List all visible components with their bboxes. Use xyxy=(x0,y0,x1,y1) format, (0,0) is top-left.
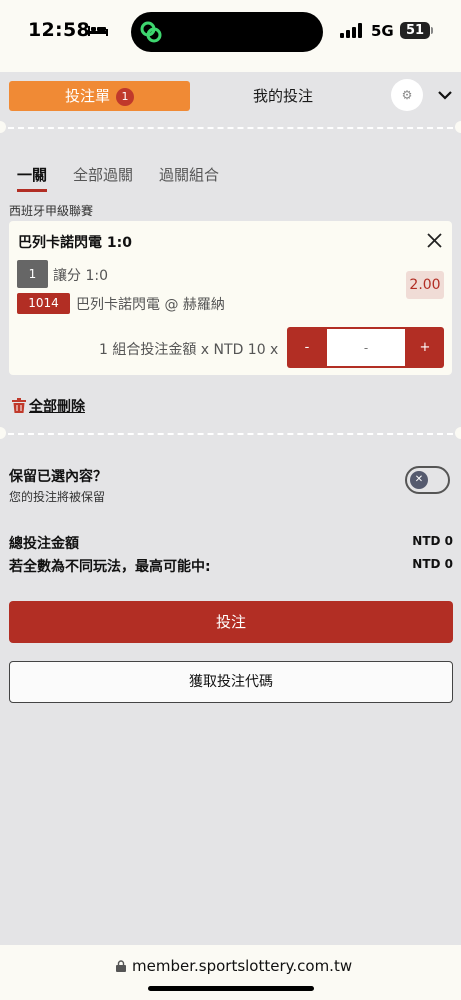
match-title: 巴列卡諾閃電 1:0 xyxy=(18,235,132,251)
place-bet-button[interactable]: 投注 xyxy=(9,601,453,643)
pick-label: 巴列卡諾閃電 @ 赫羅納 xyxy=(76,297,225,313)
browser-url-bar[interactable]: member.sportslottery.com.tw xyxy=(0,945,461,1000)
tab-bet-slip[interactable]: 投注單 1 xyxy=(9,81,190,111)
delete-all-button[interactable]: 全部刪除 xyxy=(12,396,85,416)
toggle-off-icon: ✕ xyxy=(410,471,428,489)
tab-my-bets[interactable]: 我的投注 xyxy=(190,81,376,111)
bet-card: 巴列卡諾閃電 1:0 1 讓分 1:0 2.00 1014 巴列卡諾閃電 @ 赫… xyxy=(9,221,452,375)
get-bet-code-button[interactable]: 獲取投注代碼 xyxy=(9,661,453,703)
status-bar: 12:58 5G 51 xyxy=(0,0,461,62)
close-icon[interactable] xyxy=(427,233,442,248)
max-win-value: NTD 0 xyxy=(412,557,453,571)
tab-single[interactable]: 一關 xyxy=(17,164,48,192)
total-stake-row: 總投注金額 NTD 0 xyxy=(9,533,453,553)
network-type: 5G xyxy=(371,22,394,40)
divider xyxy=(8,127,453,129)
ticket-notch-right xyxy=(455,121,461,133)
stake-stepper: - + xyxy=(287,327,444,368)
delete-all-label: 全部刪除 xyxy=(29,399,85,415)
link-icon xyxy=(140,21,162,43)
ticket-notch-right xyxy=(455,427,461,439)
total-stake-label: 總投注金額 xyxy=(9,536,79,552)
bet-slip-count-badge: 1 xyxy=(116,88,134,106)
increase-button[interactable]: + xyxy=(406,327,444,368)
ticket-notch-left xyxy=(0,427,6,439)
divider xyxy=(8,433,453,435)
odds-badge: 2.00 xyxy=(406,271,444,299)
trash-icon xyxy=(12,398,26,413)
selection-number: 1 xyxy=(17,260,48,288)
league-name: 西班牙甲級聯賽 xyxy=(9,204,94,218)
battery-tip xyxy=(431,27,433,34)
home-indicator[interactable] xyxy=(148,986,314,991)
decrease-button[interactable]: - xyxy=(287,327,327,368)
clock: 12:58 xyxy=(28,19,90,41)
keep-selections-title: 保留已選內容？ xyxy=(9,469,107,485)
bet-slip-header: 投注單 1 我的投注 ⚙ xyxy=(0,62,461,126)
dynamic-island xyxy=(131,12,323,52)
max-win-row: 若全數為不同玩法，最高可能中: NTD 0 xyxy=(9,556,453,576)
sleep-focus-icon xyxy=(88,26,108,36)
tab-all-parlay[interactable]: 全部過關 xyxy=(73,164,133,185)
market-label: 讓分 1:0 xyxy=(53,268,108,284)
url-text: member.sportslottery.com.tw xyxy=(132,957,353,975)
stake-input[interactable] xyxy=(327,329,405,366)
total-stake-value: NTD 0 xyxy=(412,534,453,548)
chevron-down-icon[interactable] xyxy=(437,87,453,103)
battery-icon: 51 xyxy=(400,22,430,39)
max-win-label: 若全數為不同玩法，最高可能中: xyxy=(9,559,211,575)
stake-label: 1 組合投注金額 x NTD 10 x xyxy=(99,342,279,358)
signal-icon xyxy=(340,23,362,38)
tab-parlay-combo[interactable]: 過關組合 xyxy=(159,164,219,185)
lock-icon xyxy=(116,960,126,972)
settings-button[interactable]: ⚙ xyxy=(391,79,423,111)
keep-selections-toggle[interactable]: ✕ xyxy=(405,466,450,494)
bet-type-tabs: 一關 全部過關 過關組合 xyxy=(0,160,461,192)
match-code: 1014 xyxy=(17,293,70,314)
tab-bet-slip-label: 投注單 xyxy=(64,87,110,105)
keep-selections-subtitle: 您的投注將被保留 xyxy=(9,490,106,504)
gear-icon: ⚙ xyxy=(401,88,413,102)
